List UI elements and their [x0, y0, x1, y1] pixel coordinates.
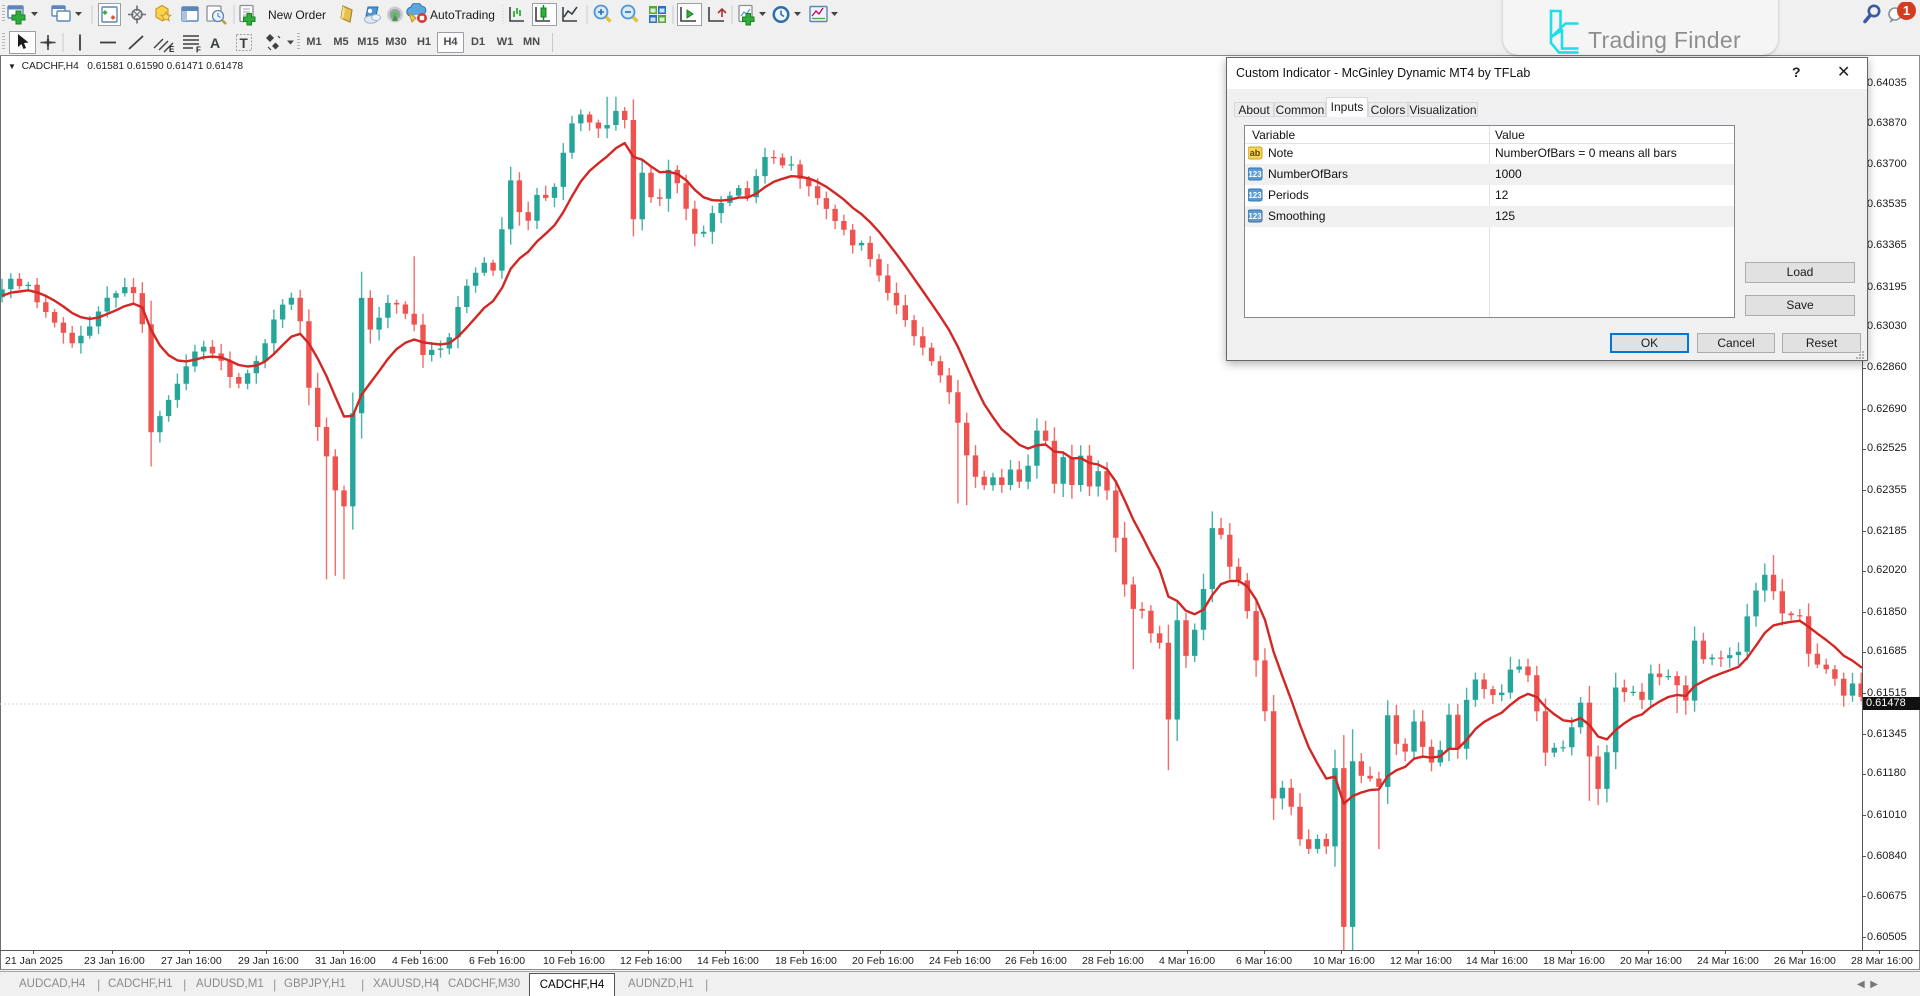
svg-text:123: 123: [1248, 212, 1262, 221]
svg-text:ab: ab: [1250, 148, 1261, 158]
svg-text:1: 1: [1903, 3, 1910, 18]
svg-text:123: 123: [1248, 191, 1262, 200]
svg-text:123: 123: [1248, 170, 1262, 179]
